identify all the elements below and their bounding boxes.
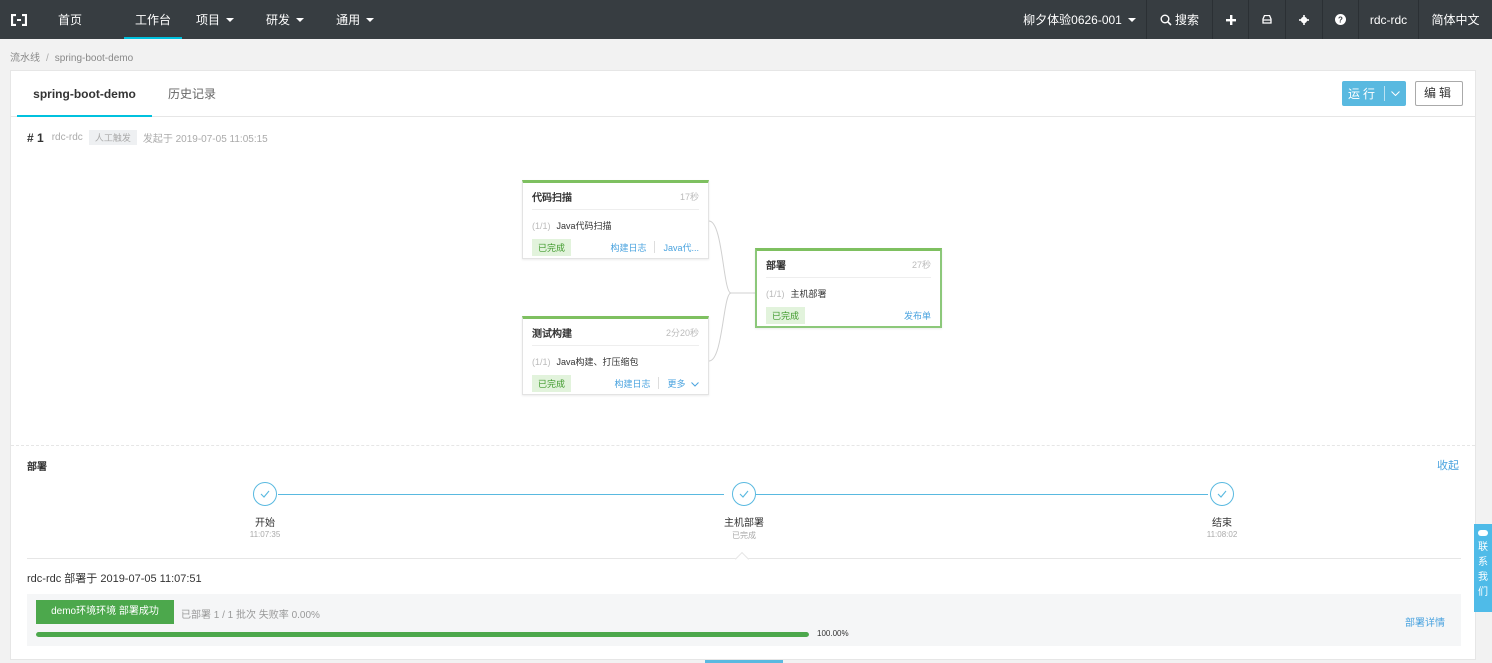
breadcrumb-current: spring-boot-demo xyxy=(54,53,134,64)
release-order-link[interactable]: 发布单 xyxy=(904,309,931,322)
stage-code-scan[interactable]: 代码扫描 17秒 (1/1) Java代码扫描 已完成 构建日志 Java代... xyxy=(522,180,709,259)
build-log-link[interactable]: 构建日志 xyxy=(614,377,650,390)
deployer-info: rdc-rdc 部署于 2019-07-05 11:07:51 xyxy=(27,573,202,585)
contact-us-tab[interactable]: 联 系 我 们 xyxy=(1474,524,1492,612)
svg-text:?: ? xyxy=(1338,16,1343,25)
stage-test-build[interactable]: 测试构建 2分20秒 (1/1) Java构建、打压缩包 已完成 构建日志 更多 xyxy=(522,316,709,395)
step-label: 主机部署 xyxy=(724,518,764,529)
gear-icon xyxy=(1299,14,1309,25)
status-badge: 已完成 xyxy=(532,238,572,256)
deploy-detail-link[interactable]: 部署详情 xyxy=(1405,614,1445,629)
user-menu[interactable]: rdc-rdc xyxy=(1358,0,1418,39)
language-switcher[interactable]: 简体中文 xyxy=(1418,0,1492,39)
pipeline-card: spring-boot-demo 历史记录 运行 编辑 # 1 rdc-rdc … xyxy=(10,70,1476,660)
environment-status-badge: demo环境环境 部署成功 xyxy=(36,600,174,624)
more-link[interactable]: 更多 xyxy=(667,377,699,390)
search-button[interactable]: 搜索 xyxy=(1146,0,1212,39)
step-sub: 已完成 xyxy=(732,531,756,540)
step-label: 结束 xyxy=(1212,518,1232,529)
org-switcher[interactable]: 柳夕体验0626-001 xyxy=(1013,0,1146,39)
deploy-section-title: 部署 xyxy=(27,462,47,473)
stage-title: 部署 xyxy=(766,260,786,272)
status-badge: 已完成 xyxy=(766,306,806,324)
deploy-stats: 已部署 1 / 1 批次 失败率 0.00% xyxy=(181,610,320,621)
environment-panel: demo环境环境 部署成功 已部署 1 / 1 批次 失败率 0.00% 部署详… xyxy=(27,594,1461,646)
breadcrumb-root[interactable]: 流水线 xyxy=(10,53,40,64)
stage-connectors xyxy=(708,220,756,362)
logo-icon[interactable] xyxy=(0,0,38,39)
add-button[interactable] xyxy=(1212,0,1248,39)
plus-icon xyxy=(1225,14,1236,25)
progress-text: 100.00% xyxy=(817,629,849,638)
chevron-down-icon xyxy=(366,17,375,22)
nav-project[interactable]: 项目 xyxy=(196,0,235,39)
nav-dev[interactable]: 研发 xyxy=(266,0,305,39)
nav-home[interactable]: 首页 xyxy=(58,0,82,39)
stage-task: (1/1) Java构建、打压缩包 xyxy=(532,357,639,367)
nav-right: 柳夕体验0626-001 搜索 ? rdc-rdc 简体中文 xyxy=(1013,0,1492,39)
help-icon: ? xyxy=(1335,14,1346,25)
collapse-link[interactable]: 收起 xyxy=(1437,457,1459,473)
stage-duration: 2分20秒 xyxy=(665,327,699,338)
inbox-button[interactable] xyxy=(1248,0,1285,39)
settings-button[interactable] xyxy=(1285,0,1322,39)
nav-general[interactable]: 通用 xyxy=(336,0,375,39)
deploy-progress-bar xyxy=(36,632,809,637)
stage-task: (1/1) 主机部署 xyxy=(766,289,827,299)
stage-deploy[interactable]: 部署 27秒 (1/1) 主机部署 已完成 发布单 xyxy=(755,248,942,328)
check-icon xyxy=(739,490,749,498)
status-badge: 已完成 xyxy=(532,374,572,392)
stage-duration: 27秒 xyxy=(911,259,931,270)
breadcrumb-separator: / xyxy=(46,53,49,64)
java-scan-report-link[interactable]: Java代... xyxy=(663,241,699,254)
step-host-deploy-node xyxy=(732,482,756,506)
stage-title: 代码扫描 xyxy=(532,192,572,204)
step-end-node xyxy=(1210,482,1234,506)
chevron-down-icon xyxy=(691,381,699,387)
progress-fill xyxy=(36,632,809,637)
stage-task: (1/1) Java代码扫描 xyxy=(532,221,612,231)
chevron-down-icon xyxy=(296,17,305,22)
check-icon xyxy=(1217,490,1227,498)
stage-title: 测试构建 xyxy=(532,328,572,340)
help-button[interactable]: ? xyxy=(1322,0,1358,39)
stage-duration: 17秒 xyxy=(679,191,699,202)
chevron-down-icon xyxy=(1127,17,1136,22)
nav-workbench[interactable]: 工作台 xyxy=(124,0,183,39)
check-icon xyxy=(260,490,270,498)
breadcrumb: 流水线 / spring-boot-demo xyxy=(10,49,133,64)
chevron-down-icon xyxy=(226,17,235,22)
step-label: 开始 xyxy=(255,518,275,529)
inbox-icon xyxy=(1262,15,1272,24)
search-icon xyxy=(1160,14,1172,26)
chat-icon xyxy=(1478,530,1488,536)
build-log-link[interactable]: 构建日志 xyxy=(610,241,646,254)
step-sub: 11:08:02 xyxy=(1206,530,1238,539)
step-sub: 11:07:35 xyxy=(249,530,281,539)
top-nav: 首页 工作台 项目 研发 通用 柳夕体验0626-001 搜索 ? rdc-rd… xyxy=(0,0,1492,39)
step-start-node xyxy=(253,482,277,506)
